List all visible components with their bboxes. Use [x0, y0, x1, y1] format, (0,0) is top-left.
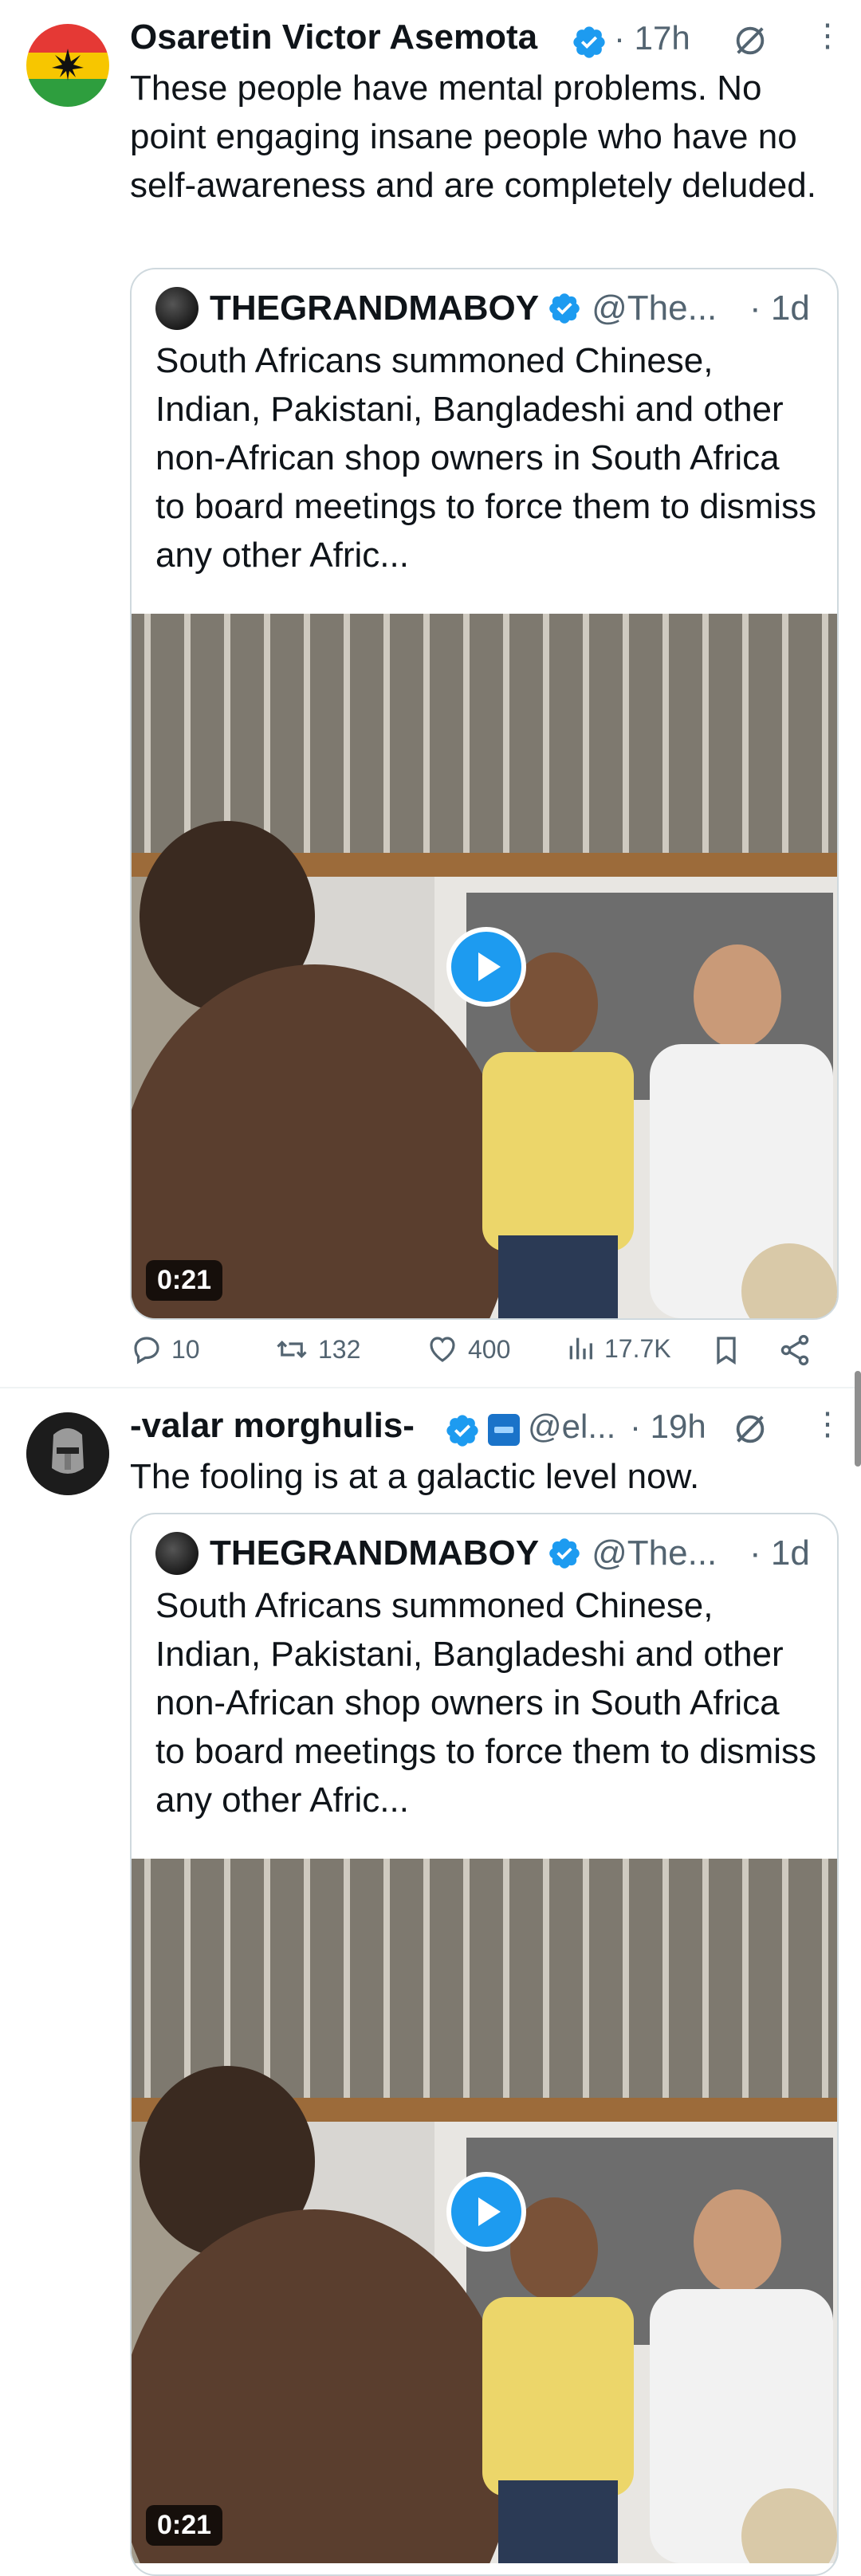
- like-button[interactable]: 400: [425, 1333, 510, 1366]
- quote-author[interactable]: THEGRANDMABOY: [210, 289, 539, 328]
- verified-badge-icon: [571, 24, 607, 65]
- repost-icon: [277, 1341, 307, 1358]
- quote-author[interactable]: THEGRANDMABOY: [210, 1533, 539, 1573]
- views-button[interactable]: 17.7K: [564, 1333, 671, 1365]
- quote-handle[interactable]: @The...: [592, 289, 717, 328]
- views-count: 17.7K: [604, 1333, 671, 1363]
- video-thumbnail[interactable]: 0:21: [132, 1859, 837, 2563]
- video-thumbnail[interactable]: 0:21: [132, 614, 837, 1318]
- affiliate-badge-icon: [488, 1414, 520, 1446]
- avatar[interactable]: [26, 1412, 109, 1495]
- video-duration: 0:21: [146, 2505, 223, 2546]
- reply-count: 10: [171, 1334, 200, 1364]
- share-icon: [780, 1334, 809, 1366]
- reply-button[interactable]: 10: [130, 1333, 200, 1366]
- bookmark-icon: [717, 1337, 736, 1365]
- post-actions: 10 132 400 17.7K: [130, 1328, 824, 1376]
- post-time[interactable]: · 19h: [630, 1408, 706, 1446]
- author-name[interactable]: -valar morghulis-: [130, 1406, 415, 1446]
- play-button[interactable]: [446, 927, 526, 1007]
- verified-badge-icon: [444, 1412, 481, 1453]
- author-name[interactable]: Osaretin Victor Asemota: [130, 18, 537, 57]
- quote-time[interactable]: · 1d: [749, 289, 810, 328]
- author-handle[interactable]: @el...: [528, 1408, 615, 1446]
- post-text: The fooling is at a galactic level now.: [130, 1457, 700, 1496]
- play-button[interactable]: [446, 2172, 526, 2252]
- bookmark-button[interactable]: [710, 1333, 750, 1368]
- repost-button[interactable]: 132: [273, 1333, 360, 1366]
- post-2[interactable]: -valar morghulis- @el... · 19h ⋮ The foo…: [0, 1388, 861, 2576]
- post-time[interactable]: · 17h: [614, 19, 690, 57]
- quoted-post[interactable]: THEGRANDMABOY @The... · 1d South African…: [130, 268, 839, 1320]
- grok-icon[interactable]: [732, 22, 769, 63]
- grok-icon[interactable]: [732, 1411, 769, 1451]
- verified-badge-icon: [547, 1536, 582, 1571]
- quoted-post[interactable]: THEGRANDMABOY @The... · 1d South African…: [130, 1513, 839, 2576]
- post-text: These people have mental problems. No po…: [130, 69, 816, 205]
- quote-avatar[interactable]: [155, 1532, 199, 1575]
- more-options-icon[interactable]: ⋮: [812, 18, 843, 54]
- avatar[interactable]: [26, 24, 109, 107]
- video-duration: 0:21: [146, 1260, 223, 1301]
- like-count: 400: [468, 1334, 511, 1364]
- quote-text: South Africans summoned Chinese, Indian,…: [155, 341, 817, 575]
- quote-avatar[interactable]: [155, 287, 199, 330]
- quote-time[interactable]: · 1d: [749, 1533, 810, 1573]
- share-button[interactable]: [777, 1333, 820, 1368]
- verified-badge-icon: [547, 291, 582, 326]
- heart-icon: [430, 1337, 455, 1362]
- more-options-icon[interactable]: ⋮: [812, 1406, 843, 1443]
- views-icon: [569, 1337, 592, 1360]
- post-1[interactable]: Osaretin Victor Asemota · 17h ⋮ These pe…: [0, 0, 861, 1387]
- repost-count: 132: [318, 1334, 361, 1364]
- quote-text: South Africans summoned Chinese, Indian,…: [155, 1586, 817, 1820]
- quote-handle[interactable]: @The...: [592, 1533, 717, 1573]
- reply-icon: [134, 1337, 159, 1365]
